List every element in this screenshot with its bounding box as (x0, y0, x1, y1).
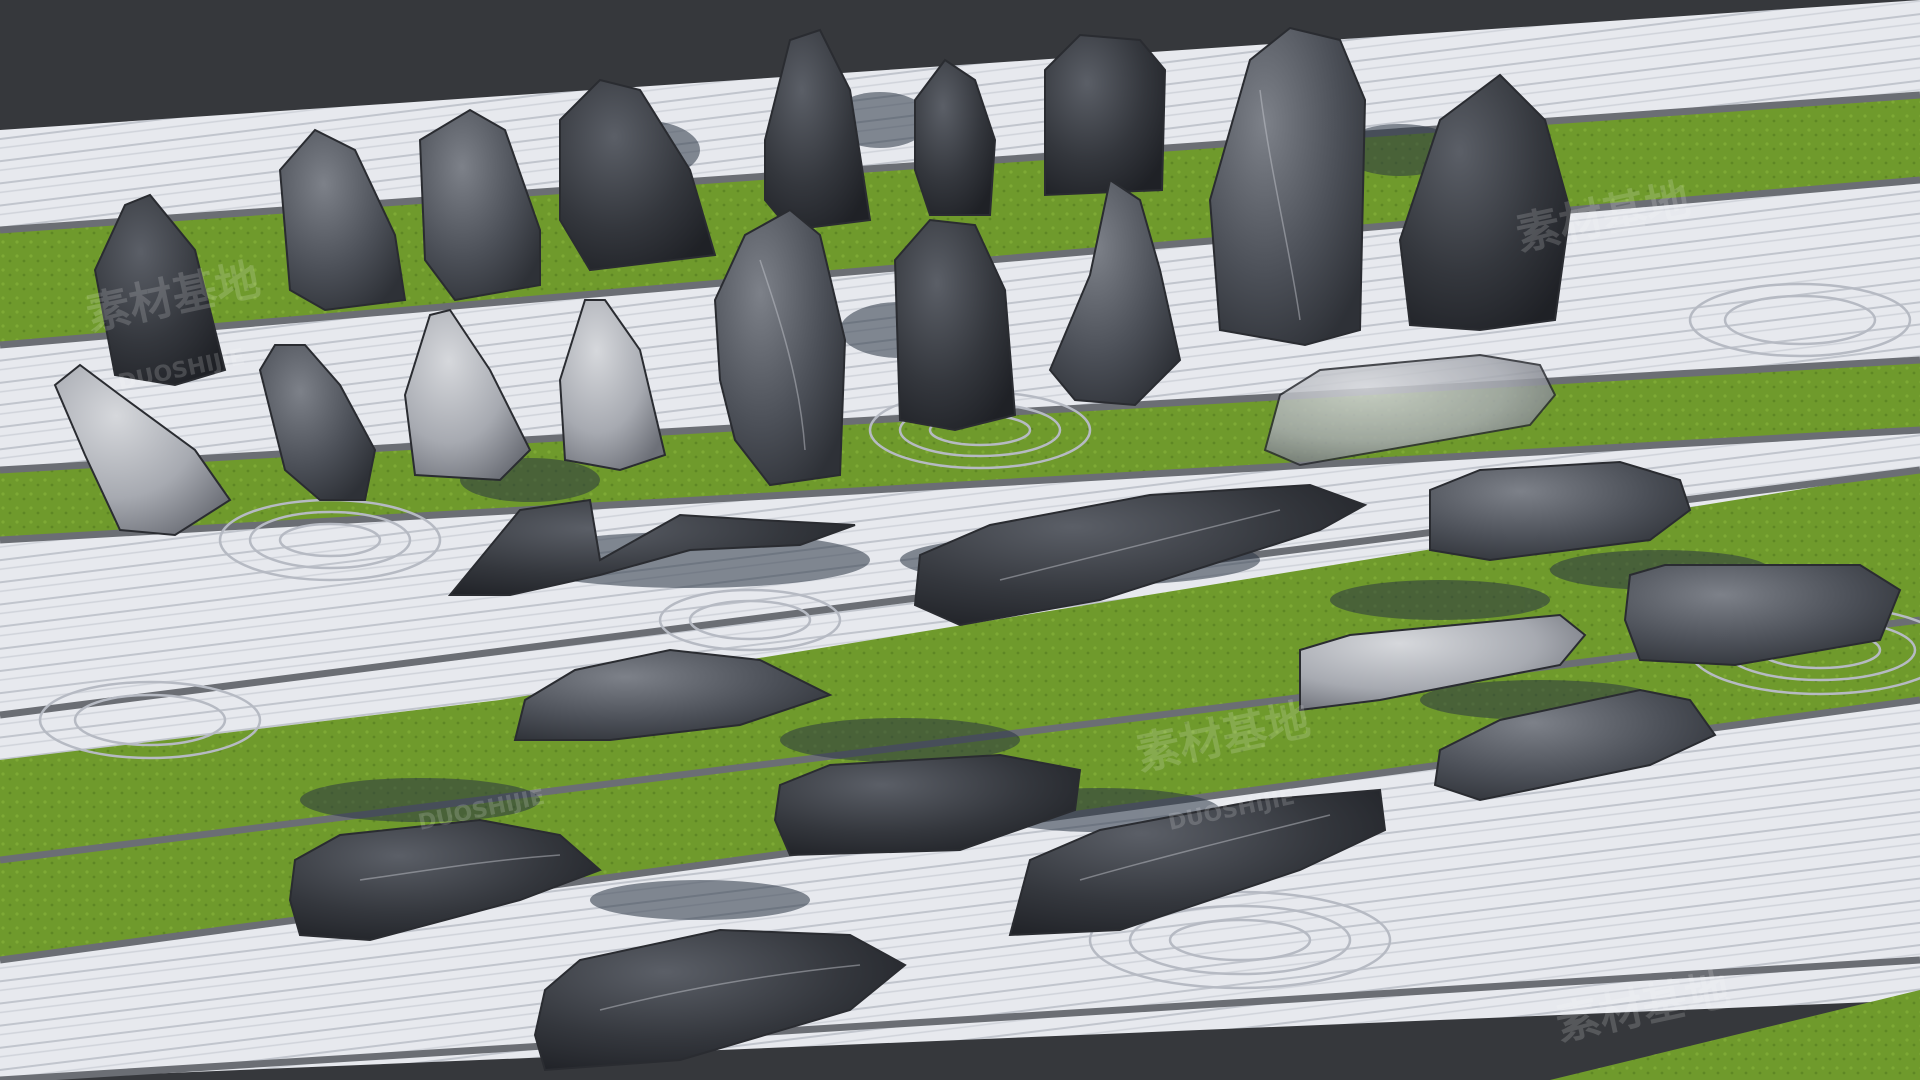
upright-stone (1044, 33, 1167, 197)
rock-garden-scene: 素材基地 DUOSHIJIE 素材基地 素材基地 素材基地 DUOSHIJIE … (0, 0, 1920, 1080)
